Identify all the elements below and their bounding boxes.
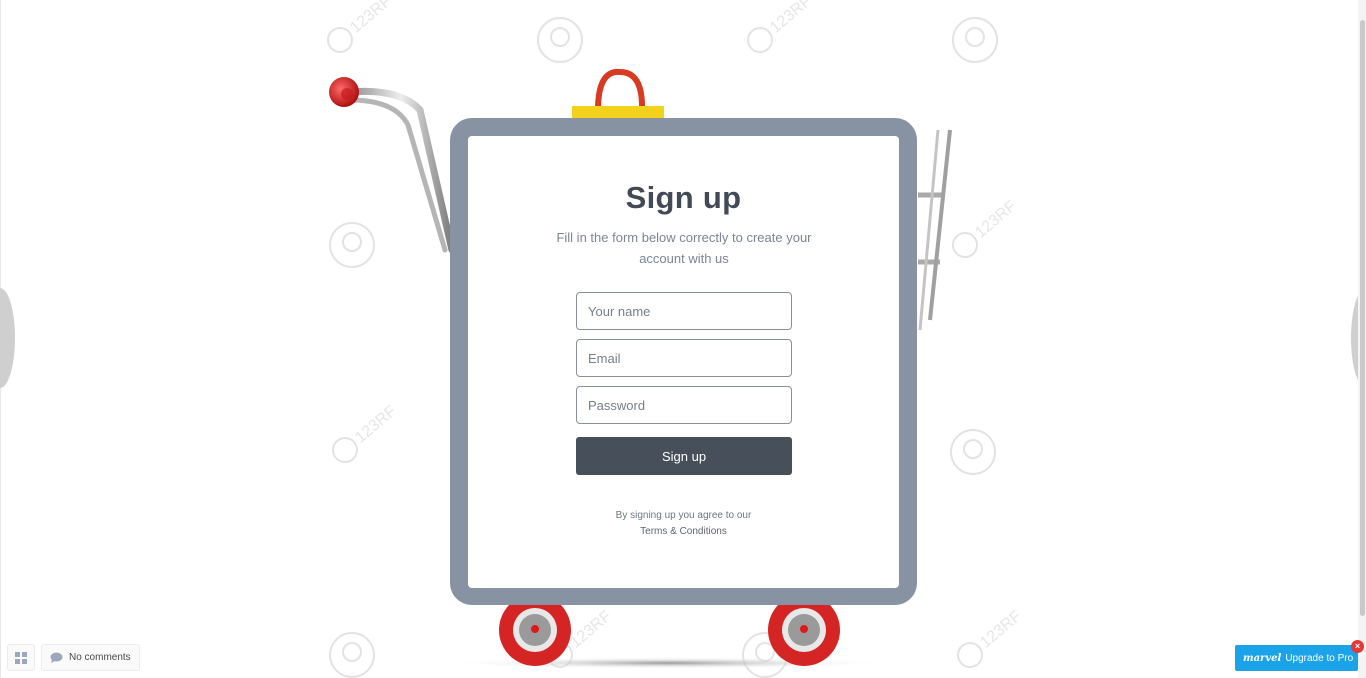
email-input[interactable] (576, 339, 792, 377)
comments-label: No comments (69, 652, 131, 663)
comment-icon (50, 652, 63, 663)
grid-icon (15, 651, 27, 664)
svg-text:123RF: 123RF (347, 0, 395, 37)
terms-prefix: By signing up you agree to our (615, 510, 752, 521)
signup-button[interactable]: Sign up (576, 437, 792, 475)
terms-notice: By signing up you agree to our Terms & C… (468, 508, 899, 540)
svg-text:123RF: 123RF (352, 403, 400, 447)
comments-button[interactable]: No comments (41, 644, 140, 671)
upgrade-label: Upgrade to Pro (1285, 652, 1354, 664)
svg-text:123RF: 123RF (767, 0, 815, 37)
svg-text:123RF: 123RF (972, 198, 1020, 242)
scrollbar-thumb[interactable] (1360, 20, 1365, 616)
signup-subtitle: Fill in the form below correctly to crea… (556, 230, 812, 266)
svg-text:123RF: 123RF (567, 608, 615, 652)
screens-grid-button[interactable] (7, 644, 35, 671)
name-input[interactable] (576, 292, 792, 330)
marvel-logo: marvel (1243, 652, 1282, 664)
close-icon[interactable]: × (1351, 640, 1364, 653)
signup-title: Sign up (625, 180, 742, 215)
bottom-toolbar: No comments (7, 644, 140, 671)
signup-card: Sign up Fill in the form below correctly… (468, 136, 899, 588)
password-input[interactable] (576, 386, 792, 424)
terms-link[interactable]: Terms & Conditions (468, 524, 899, 540)
scrollbar[interactable] (1358, 0, 1366, 678)
svg-text:123RF: 123RF (977, 608, 1025, 652)
upgrade-to-pro-button[interactable]: marvel Upgrade to Pro (1235, 645, 1358, 671)
